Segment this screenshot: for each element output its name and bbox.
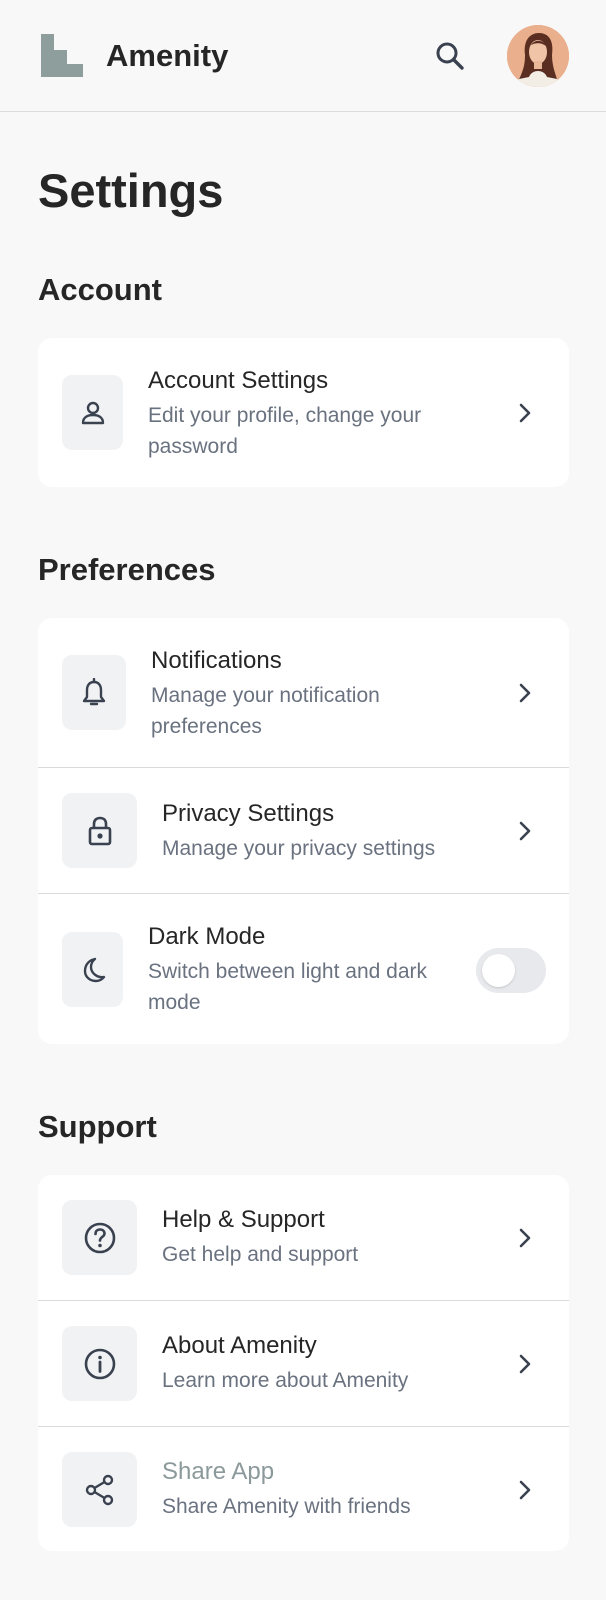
settings-item-notifications[interactable]: Notifications Manage your notification p… xyxy=(38,618,569,767)
help-circle-icon xyxy=(62,1200,137,1275)
bell-icon xyxy=(62,655,126,730)
item-subtitle: Edit your profile, change your password xyxy=(148,404,422,458)
chevron-right-icon xyxy=(515,1352,535,1376)
item-subtitle: Manage your privacy settings xyxy=(162,837,436,860)
app-name: Amenity xyxy=(106,38,229,73)
section-title-preferences: Preferences xyxy=(38,552,216,587)
item-title: Share App xyxy=(162,1458,275,1485)
user-avatar[interactable] xyxy=(507,25,569,87)
dark-mode-toggle[interactable] xyxy=(476,948,546,993)
preferences-card: Notifications Manage your notification p… xyxy=(38,618,569,1044)
account-card: Account Settings Edit your profile, chan… xyxy=(38,338,569,487)
section-title-account: Account xyxy=(38,272,162,307)
item-subtitle: Switch between light and dark mode xyxy=(148,960,427,1014)
chevron-right-icon xyxy=(515,819,535,843)
building-logo-icon[interactable] xyxy=(41,34,83,77)
user-icon xyxy=(62,375,123,450)
info-icon xyxy=(62,1326,137,1401)
settings-item-dark-mode: Dark Mode Switch between light and dark … xyxy=(38,893,569,1044)
settings-item-privacy[interactable]: Privacy Settings Manage your privacy set… xyxy=(38,767,569,893)
chevron-right-icon xyxy=(515,681,535,705)
moon-icon xyxy=(62,932,123,1007)
share-icon xyxy=(62,1452,137,1527)
item-subtitle: Learn more about Amenity xyxy=(162,1369,409,1392)
item-subtitle: Get help and support xyxy=(162,1243,359,1266)
item-subtitle: Share Amenity with friends xyxy=(162,1495,411,1518)
section-title-support: Support xyxy=(38,1109,157,1144)
chevron-right-icon xyxy=(515,401,535,425)
page-title: Settings xyxy=(38,164,224,217)
chevron-right-icon xyxy=(515,1478,535,1502)
app-header: Amenity xyxy=(0,0,606,112)
toggle-knob xyxy=(482,954,515,987)
settings-item-share[interactable]: Share App Share Amenity with friends xyxy=(38,1426,569,1551)
item-title: Notifications xyxy=(151,647,282,674)
lock-icon xyxy=(62,793,137,868)
item-title: Privacy Settings xyxy=(162,800,335,827)
settings-item-help[interactable]: Help & Support Get help and support xyxy=(38,1175,569,1300)
settings-item-account-settings[interactable]: Account Settings Edit your profile, chan… xyxy=(38,338,569,487)
search-icon[interactable] xyxy=(432,38,468,74)
item-title: Account Settings xyxy=(148,367,329,394)
item-title: Help & Support xyxy=(162,1206,325,1233)
settings-item-about[interactable]: About Amenity Learn more about Amenity xyxy=(38,1300,569,1426)
chevron-right-icon xyxy=(515,1226,535,1250)
item-subtitle: Manage your notification preferences xyxy=(151,684,380,738)
support-card: Help & Support Get help and support Abou… xyxy=(38,1175,569,1551)
item-title: About Amenity xyxy=(162,1332,317,1359)
item-title: Dark Mode xyxy=(148,923,266,950)
